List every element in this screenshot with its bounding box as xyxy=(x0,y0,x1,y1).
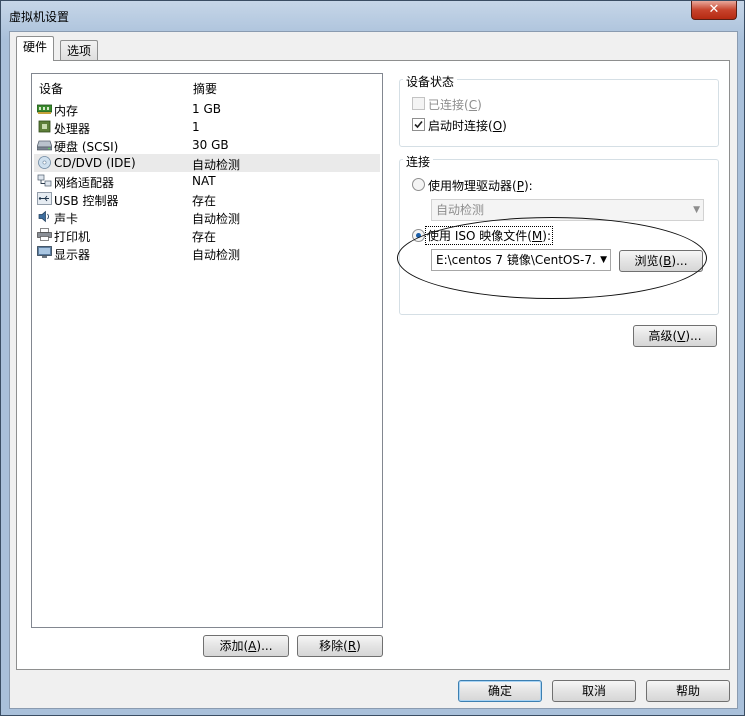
vm-settings-window: 虚拟机设置 ✕ 硬件 选项 设备 摘要 内存 1 GB 处理器 1 硬盘 (SC… xyxy=(0,0,745,716)
processor-icon xyxy=(38,120,51,133)
tab-options[interactable]: 选项 xyxy=(60,40,99,62)
browse-text: 浏览( xyxy=(634,254,664,268)
physical-drive-dropdown[interactable]: 自动检测 ▼ xyxy=(431,199,704,221)
cd-dvd-icon xyxy=(38,156,51,169)
add-label: 添加( xyxy=(219,639,249,653)
close-button[interactable]: ✕ xyxy=(691,1,737,20)
title-bar[interactable]: 虚拟机设置 ✕ xyxy=(1,1,744,29)
browse-button[interactable]: 浏览(B)... xyxy=(619,250,703,272)
device-summary: 1 GB xyxy=(192,102,221,116)
device-row-display[interactable]: 显示器 自动检测 xyxy=(34,244,380,262)
device-row-processor[interactable]: 处理器 1 xyxy=(34,118,380,136)
connect-at-power-on-label: 启动时连接(O) xyxy=(428,117,507,134)
physical-text: 使用物理驱动器( xyxy=(428,179,517,193)
connect-at-power-on-checkbox[interactable] xyxy=(412,118,425,131)
device-summary: 存在 xyxy=(192,230,217,244)
physical-accel: P xyxy=(516,179,524,193)
memory-icon xyxy=(37,104,52,114)
remove-tail: ) xyxy=(356,639,361,653)
printer-icon xyxy=(37,228,52,241)
help-button[interactable]: 帮助 xyxy=(646,680,730,702)
dialog-client-area: 硬件 选项 设备 摘要 内存 1 GB 处理器 1 硬盘 (SCSI) 30 G… xyxy=(9,31,738,709)
display-icon xyxy=(37,246,52,258)
dropdown-arrow-icon: ▼ xyxy=(693,205,700,215)
physical-tail: ): xyxy=(523,179,533,193)
device-row-memory[interactable]: 内存 1 GB xyxy=(34,100,380,118)
connected-checkbox[interactable] xyxy=(412,97,425,110)
device-summary: 1 xyxy=(192,120,200,134)
device-row-usb-controller[interactable]: USB 控制器 存在 xyxy=(34,190,380,208)
iso-accel: M xyxy=(531,229,543,243)
physical-drive-radio[interactable] xyxy=(412,178,425,191)
device-summary: 存在 xyxy=(192,194,217,208)
advanced-tail: )... xyxy=(685,329,702,343)
sound-card-icon xyxy=(38,210,49,223)
device-name: 显示器 xyxy=(54,248,91,262)
device-summary: NAT xyxy=(192,174,216,188)
iso-path-value: E:\centos 7 镜像\CentOS-7. xyxy=(436,253,596,267)
iso-file-label: 使用 ISO 映像文件(M): xyxy=(424,226,554,245)
iso-text: 使用 ISO 映像文件( xyxy=(427,229,532,243)
physical-drive-label: 使用物理驱动器(P): xyxy=(428,177,533,194)
power-on-accel: O xyxy=(492,119,503,133)
iso-tail: ): xyxy=(542,229,552,243)
device-name: 硬盘 (SCSI) xyxy=(54,140,119,154)
device-row-hard-disk[interactable]: 硬盘 (SCSI) 30 GB xyxy=(34,136,380,154)
device-list[interactable]: 设备 摘要 内存 1 GB 处理器 1 硬盘 (SCSI) 30 GB CD/D… xyxy=(31,73,383,628)
physical-drive-value: 自动检测 xyxy=(436,203,485,217)
device-summary: 30 GB xyxy=(192,138,229,152)
device-row-cd-dvd[interactable]: CD/DVD (IDE) 自动检测 xyxy=(34,154,380,172)
device-status-title: 设备状态 xyxy=(403,73,458,90)
network-adapter-icon xyxy=(37,174,52,187)
device-column-header: 设备 xyxy=(39,82,64,96)
device-summary: 自动检测 xyxy=(192,212,241,226)
power-on-text: 启动时连接( xyxy=(428,119,493,133)
device-name: 内存 xyxy=(54,104,79,118)
summary-column-header: 摘要 xyxy=(193,82,218,96)
device-row-sound-card[interactable]: 声卡 自动检测 xyxy=(34,208,380,226)
remove-label: 移除( xyxy=(319,639,348,653)
connected-text: 已连接( xyxy=(428,98,469,112)
ok-button[interactable]: 确定 xyxy=(458,680,542,702)
browse-tail: )... xyxy=(671,254,688,268)
iso-path-combobox[interactable]: E:\centos 7 镜像\CentOS-7. ▼ xyxy=(431,249,611,271)
advanced-button[interactable]: 高级(V)... xyxy=(633,325,717,347)
checkmark-icon xyxy=(414,120,423,129)
device-name: USB 控制器 xyxy=(54,194,119,208)
device-name: 处理器 xyxy=(54,122,91,136)
device-summary: 自动检测 xyxy=(192,248,241,262)
device-row-printer[interactable]: 打印机 存在 xyxy=(34,226,380,244)
device-name: 网络适配器 xyxy=(54,176,115,190)
usb-icon xyxy=(37,192,52,205)
hardware-panel: 设备 摘要 内存 1 GB 处理器 1 硬盘 (SCSI) 30 GB CD/D… xyxy=(16,60,730,670)
device-summary: 自动检测 xyxy=(192,158,241,172)
connection-title: 连接 xyxy=(403,153,434,170)
remove-accel: R xyxy=(347,639,357,653)
add-tail: )... xyxy=(256,639,273,653)
remove-device-button[interactable]: 移除(R) xyxy=(297,635,383,657)
device-name: 声卡 xyxy=(54,212,79,226)
connected-label: 已连接(C) xyxy=(428,96,482,113)
connected-accel: C xyxy=(468,98,478,112)
iso-file-radio[interactable] xyxy=(412,229,425,242)
advanced-text: 高级( xyxy=(648,329,678,343)
device-row-network-adapter[interactable]: 网络适配器 NAT xyxy=(34,172,380,190)
device-name: 打印机 xyxy=(54,230,91,244)
device-name: CD/DVD (IDE) xyxy=(54,156,136,170)
power-on-tail: ) xyxy=(502,119,507,133)
dropdown-arrow-icon: ▼ xyxy=(598,250,607,270)
add-device-button[interactable]: 添加(A)... xyxy=(203,635,289,657)
hard-disk-icon xyxy=(37,140,52,151)
cancel-button[interactable]: 取消 xyxy=(552,680,636,702)
tab-hardware[interactable]: 硬件 xyxy=(16,36,55,61)
connected-tail: ) xyxy=(477,98,482,112)
window-title: 虚拟机设置 xyxy=(9,10,70,24)
